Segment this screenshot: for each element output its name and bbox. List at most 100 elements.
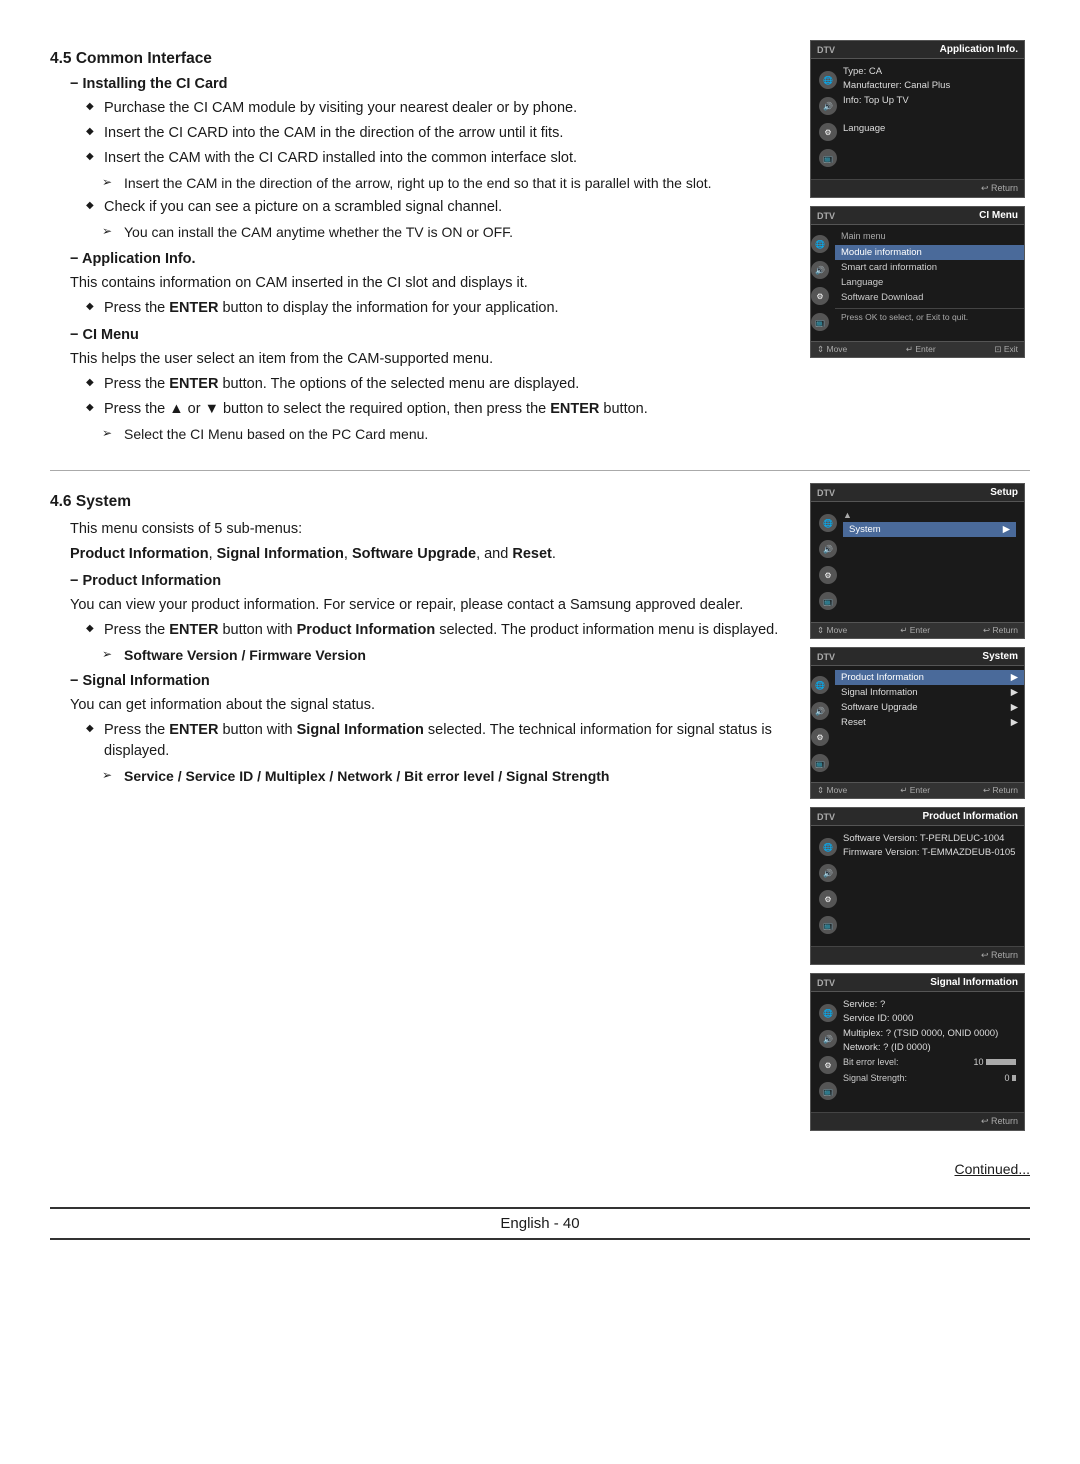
- screen-signalinfo-title: Signal Information: [930, 977, 1018, 988]
- main-menu-label: Main menu: [835, 229, 1024, 243]
- screen-signalinfo-header: DTV Signal Information: [811, 974, 1024, 992]
- screen-icons: 🌐 🔊 ⚙ 📺: [811, 670, 829, 778]
- return-label: ↩ Return: [981, 1116, 1018, 1127]
- productinfo-text: Software Version: T-PERLDEUC-1004 Firmwa…: [843, 832, 1016, 861]
- appinfo-screen-text: Type: CA Manufacturer: Canal Plus Info: …: [843, 65, 1016, 136]
- screen-productinfo-header: DTV Product Information: [811, 808, 1024, 826]
- icon-3: ⚙: [819, 1056, 837, 1074]
- nav-return: ↩ Return: [983, 785, 1018, 796]
- list-item: Service / Service ID / Multiplex / Netwo…: [102, 766, 790, 786]
- icon-4: 📺: [819, 916, 837, 934]
- bit-error-label: Bit error level:: [843, 1056, 899, 1070]
- product-text: You can view your product information. F…: [70, 595, 790, 616]
- nav-move: ⇕ Move: [817, 785, 847, 796]
- system-row: 🌐 🔊 ⚙ 📺 Product Information▶ Signal Info…: [811, 670, 1024, 778]
- nav-move: ⇕ Move: [817, 344, 847, 355]
- list-item: You can install the CAM anytime whether …: [102, 222, 790, 242]
- cimenu-arrows: Select the CI Menu based on the PC Card …: [102, 424, 790, 444]
- product-bullets: Press the ENTER button with Product Info…: [86, 620, 790, 641]
- icon-2: 🔊: [819, 97, 837, 115]
- installing-arrows: Insert the CAM in the direction of the a…: [102, 173, 790, 193]
- icon-3: ⚙: [819, 890, 837, 908]
- icon-4: 📺: [811, 313, 829, 331]
- screen-icons: 🌐 🔊 ⚙ 📺: [819, 508, 837, 616]
- screen-signalinfo-footer: ↩ Return: [811, 1112, 1024, 1130]
- sub-signal: Signal Information: [70, 673, 790, 689]
- nav-enter: ↵ Enter: [900, 785, 930, 796]
- cimenu-items: Main menu Module information Smart card …: [835, 229, 1024, 325]
- screen-icons: 🌐 🔊 ⚙ 📺: [811, 229, 829, 337]
- screen-productinfo-body: 🌐 🔊 ⚙ 📺 Software Version: T-PERLDEUC-100…: [811, 826, 1024, 946]
- info-label: Info: Top Up TV: [843, 94, 1016, 108]
- nav-enter: ↵ Enter: [900, 625, 930, 636]
- dtv-label: DTV: [817, 978, 835, 988]
- bit-error-row: Bit error level: 10: [843, 1055, 1016, 1071]
- appinfo-text: This contains information on CAM inserte…: [70, 273, 790, 294]
- screen-cimenu: DTV CI Menu 🌐 🔊 ⚙ 📺 Main menu Modul: [810, 206, 1025, 358]
- screen-appinfo-header: DTV Application Info.: [811, 41, 1024, 59]
- list-item: Check if you can see a picture on a scra…: [86, 197, 790, 218]
- sys-item-0: Product Information▶: [835, 670, 1024, 685]
- icon-3: ⚙: [819, 566, 837, 584]
- screen-icons: 🌐 🔊 ⚙ 📺: [819, 998, 837, 1106]
- icon-4: 📺: [811, 754, 829, 772]
- list-item: Press the ENTER button. The options of t…: [86, 374, 790, 395]
- system-items: Product Information▶ Signal Information▶…: [835, 670, 1024, 730]
- signal-arrows: Service / Service ID / Multiplex / Netwo…: [102, 766, 790, 786]
- network: Network: ? (ID 0000): [843, 1041, 1016, 1055]
- icon-1: 🌐: [819, 838, 837, 856]
- screen-setup-body: 🌐 🔊 ⚙ 📺 ▲ System ▶: [811, 502, 1024, 622]
- icon-2: 🔊: [819, 1030, 837, 1048]
- icon-1: 🌐: [819, 1004, 837, 1022]
- nav-exit: ⊡ Exit: [994, 344, 1018, 355]
- service: Service: ?: [843, 998, 1016, 1012]
- icon-1: 🌐: [819, 71, 837, 89]
- list-item: Select the CI Menu based on the PC Card …: [102, 424, 790, 444]
- arrow-up: ▲: [843, 508, 1016, 522]
- cimenu-bullets: Press the ENTER button. The options of t…: [86, 374, 790, 420]
- screen-cimenu-title: CI Menu: [979, 210, 1018, 221]
- page-content: 4.5 Common Interface Installing the CI C…: [50, 40, 1030, 1240]
- service-id: Service ID: 0000: [843, 1012, 1016, 1026]
- installing-bullets: Purchase the CI CAM module by visiting y…: [86, 98, 790, 169]
- section-46-submenus: Product Information, Signal Information,…: [70, 544, 790, 565]
- screen-productinfo-title: Product Information: [922, 811, 1018, 822]
- ci-menu-item-0: Module information: [835, 245, 1024, 260]
- screen-appinfo-row: 🌐 🔊 ⚙ 📺 Type: CA Manufacturer: Canal Plu…: [819, 65, 1016, 173]
- productinfo-row: 🌐 🔊 ⚙ 📺 Software Version: T-PERLDEUC-100…: [819, 832, 1016, 940]
- screen-system-footer: ⇕ Move ↵ Enter ↩ Return: [811, 782, 1024, 798]
- icon-2: 🔊: [811, 261, 829, 279]
- ci-menu-item-1: Smart card information: [835, 260, 1024, 275]
- sys-item-1: Signal Information▶: [835, 685, 1024, 700]
- signal-strength-bar: [1012, 1075, 1016, 1081]
- section-46: 4.6 System This menu consists of 5 sub-m…: [50, 483, 1030, 1131]
- cimenu-text: This helps the user select an item from …: [70, 349, 790, 370]
- screen-setup-title: Setup: [990, 487, 1018, 498]
- list-item: Press the ▲ or ▼ button to select the re…: [86, 399, 790, 420]
- bottom-label: English - 40: [500, 1215, 579, 1232]
- screen-signalinfo: DTV Signal Information 🌐 🔊 ⚙ 📺 Service: …: [810, 973, 1025, 1131]
- sub-cimenu: CI Menu: [70, 327, 790, 343]
- icon-1: 🌐: [811, 676, 829, 694]
- cimenu-prompt: Press OK to select, or Exit to quit.: [835, 308, 1024, 325]
- icon-3: ⚙: [819, 123, 837, 141]
- icon-1: 🌐: [819, 514, 837, 532]
- dtv-label: DTV: [817, 652, 835, 662]
- signalinfo-text: Service: ? Service ID: 0000 Multiplex: ?…: [843, 998, 1016, 1086]
- section-45-text: 4.5 Common Interface Installing the CI C…: [50, 40, 790, 448]
- icon-3: ⚙: [811, 287, 829, 305]
- software-version: Software Version: T-PERLDEUC-1004: [843, 832, 1016, 846]
- installing-arrows2: You can install the CAM anytime whether …: [102, 222, 790, 242]
- screen-icons: 🌐 🔊 ⚙ 📺: [819, 65, 837, 173]
- icon-4: 📺: [819, 592, 837, 610]
- product-arrows: Software Version / Firmware Version: [102, 645, 790, 665]
- continued-text: Continued...: [50, 1161, 1030, 1177]
- screen-system: DTV System 🌐 🔊 ⚙ 📺 Product Infor: [810, 647, 1025, 799]
- list-item: Insert the CAM with the CI CARD installe…: [86, 148, 790, 169]
- type-label: Type: CA: [843, 65, 1016, 79]
- dtv-label: DTV: [817, 812, 835, 822]
- installing-bullets2: Check if you can see a picture on a scra…: [86, 197, 790, 218]
- firmware-version: Firmware Version: T-EMMAZDEUB-0105: [843, 846, 1016, 860]
- divider: [50, 470, 1030, 471]
- icon-4: 📺: [819, 1082, 837, 1100]
